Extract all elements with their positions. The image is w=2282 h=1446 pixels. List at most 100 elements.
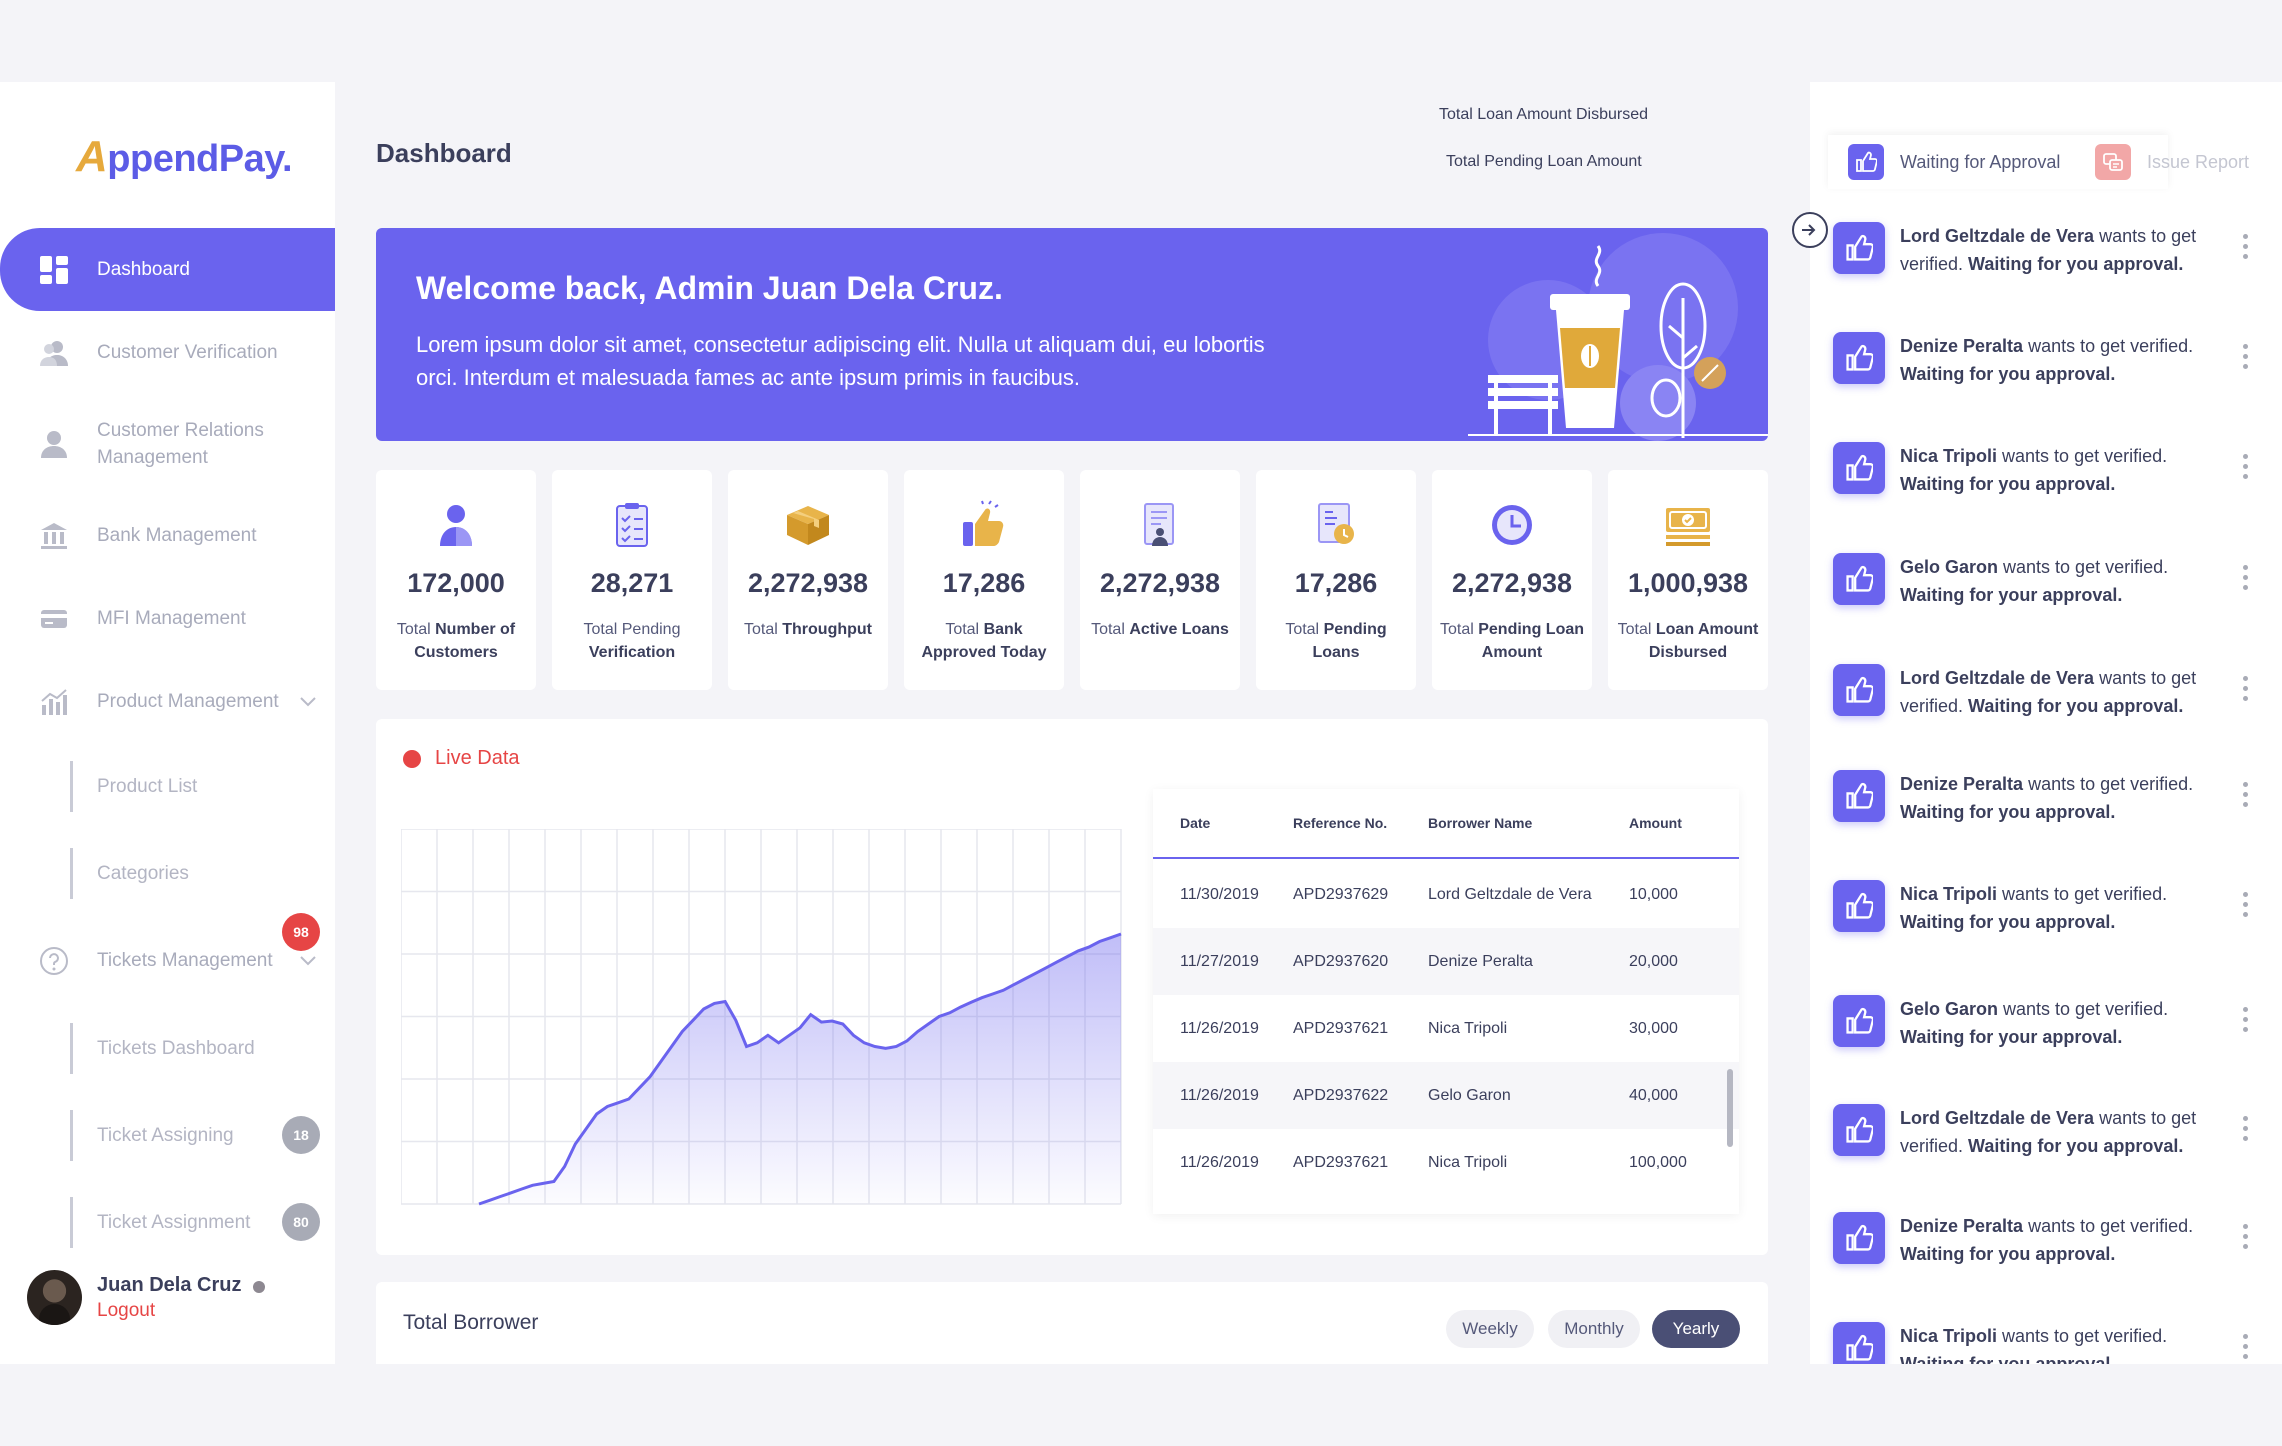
stat-card-pending-verification[interactable]: 28,271 Total Pending Verification	[552, 470, 712, 690]
notification-item[interactable]: Denize Peralta wants to get verified. Wa…	[1833, 1212, 2273, 1312]
sidebar-item-product-list[interactable]: Product List	[0, 743, 335, 830]
sidebar-item-ticket-assignment[interactable]: Ticket Assignment 80	[0, 1179, 335, 1266]
table-row[interactable]: 11/26/2019 APD2937621 Nica Tripoli 30,000	[1153, 995, 1739, 1062]
table-row[interactable]: 11/26/2019 APD2937622 Gelo Garon 40,000	[1153, 1062, 1739, 1129]
status-dot	[253, 1281, 265, 1293]
more-options-icon[interactable]	[2243, 1007, 2249, 1037]
brand-logo[interactable]: AppendPay.	[76, 132, 293, 182]
period-monthly-button[interactable]: Monthly	[1548, 1310, 1640, 1348]
more-options-icon[interactable]	[2243, 892, 2249, 922]
stat-value: 2,272,938	[1099, 568, 1221, 598]
sidebar-item-label: Tickets Management	[97, 950, 273, 971]
chevron-down-icon[interactable]	[300, 691, 316, 713]
user-icon	[440, 505, 472, 546]
more-options-icon[interactable]	[2243, 234, 2249, 264]
live-indicator-dot	[403, 749, 421, 768]
notification-item[interactable]: Lord Geltzdale de Vera wants to get veri…	[1833, 1104, 2273, 1204]
more-options-icon[interactable]	[2243, 344, 2249, 374]
table-row[interactable]: 11/30/2019 APD2937629 Lord Geltzdale de Ve…	[1153, 861, 1739, 928]
ticket-assignment-badge: 80	[282, 1203, 320, 1241]
sidebar-item-dashboard[interactable]: Dashboard	[0, 228, 335, 311]
table-scrollbar[interactable]	[1727, 1069, 1733, 1147]
live-data-title: Live Data	[403, 747, 520, 770]
sidebar-item-label: Bank Management	[97, 524, 257, 546]
box-icon	[787, 506, 829, 545]
stat-value: 17,286	[942, 568, 1026, 598]
report-icon	[2095, 144, 2131, 180]
more-options-icon[interactable]	[2243, 1116, 2249, 1146]
more-options-icon[interactable]	[2243, 454, 2249, 484]
more-options-icon[interactable]	[2243, 1334, 2249, 1364]
stat-card-loan-disbursed[interactable]: 1,000,938 Total Loan Amount Disbursed	[1608, 470, 1768, 690]
more-options-icon[interactable]	[2243, 782, 2249, 812]
stat-label: Total Pending Loans	[1285, 621, 1387, 661]
sidebar-item-label: Ticket Assignment	[97, 1211, 251, 1233]
collapse-panel-icon[interactable]	[1792, 212, 1828, 248]
more-options-icon[interactable]	[2243, 1224, 2249, 1254]
stat-card-pending-loan-amount[interactable]: 2,272,938 Total Pending Loan Amount	[1432, 470, 1592, 690]
bar-chart-icon	[38, 686, 70, 718]
notification-item[interactable]: Nica Tripoli wants to get verified. Wait…	[1833, 880, 2273, 980]
logout-link[interactable]: Logout	[97, 1300, 155, 1322]
notification-text: Lord Geltzdale de Vera wants to get veri…	[1900, 226, 2197, 274]
thumbs-up-icon	[1833, 332, 1885, 384]
stat-label: Total Pending Loan Amount	[1439, 621, 1585, 661]
stat-value: 2,272,938	[747, 568, 869, 598]
app-window: AppendPay. Dashboard Customer Verificati…	[0, 82, 2282, 1364]
stat-card-throughput[interactable]: 2,272,938 Total Throughput	[728, 470, 888, 690]
sidebar-item-customer-verification[interactable]: Customer Verification	[0, 311, 335, 394]
total-borrower-title: Total Borrower	[403, 1311, 539, 1334]
more-options-icon[interactable]	[2243, 676, 2249, 706]
sidebar-item-ticket-assigning[interactable]: Ticket Assigning 18	[0, 1092, 335, 1179]
tab-issue-report[interactable]: Issue Report	[2095, 135, 2249, 189]
notification-item[interactable]: Denize Peralta wants to get verified. Wa…	[1833, 332, 2273, 432]
sidebar-item-mfi-management[interactable]: MFI Management	[0, 577, 335, 660]
period-weekly-button[interactable]: Weekly	[1446, 1310, 1534, 1348]
column-header-amount[interactable]: Amount	[1629, 815, 1682, 831]
stat-label: Total Throughput	[744, 621, 872, 638]
stat-card-bank-approved[interactable]: 17,286 Total Bank Approved Today	[904, 470, 1064, 690]
stat-value: 2,272,938	[1451, 568, 1573, 598]
avatar[interactable]	[27, 1270, 82, 1325]
stat-cards: 172,000 Total Number of Customers 28,271…	[376, 470, 1768, 690]
more-options-icon[interactable]	[2243, 565, 2249, 595]
sidebar-item-tickets-management[interactable]: Tickets Management 98	[0, 913, 335, 1005]
stat-card-pending-loans[interactable]: 17,286 Total Pending Loans	[1256, 470, 1416, 690]
sidebar-item-categories[interactable]: Categories	[0, 830, 335, 917]
chevron-down-icon[interactable]	[300, 950, 316, 972]
thumbs-up-icon	[1833, 770, 1885, 822]
sidebar-item-bank-management[interactable]: Bank Management	[0, 494, 335, 577]
coffee-illustration: Coffee	[1468, 233, 1768, 441]
thumbs-up-icon	[963, 500, 1004, 546]
table-row[interactable]: 11/27/2019 APD2937620 Denize Peralta 20,000	[1153, 928, 1739, 995]
stat-card-customers[interactable]: 172,000 Total Number of Customers	[376, 470, 536, 690]
thumbs-up-icon	[1833, 1322, 1885, 1364]
thumbs-up-icon	[1833, 553, 1885, 605]
user-name: Juan Dela Cruz	[97, 1274, 242, 1296]
notification-item[interactable]: Gelo Garon wants to get verified. Waitin…	[1833, 995, 2273, 1095]
notification-item[interactable]: Nica Tripoli wants to get verified. Wait…	[1833, 442, 2273, 542]
table-row[interactable]: 11/26/2019 APD2937621 Nica Tripoli 100,000	[1153, 1129, 1739, 1196]
table-header: Date Reference No. Borrower Name Amount	[1153, 789, 1739, 859]
sidebar-item-label: MFI Management	[97, 607, 246, 629]
column-header-borrower[interactable]: Borrower Name	[1428, 815, 1532, 831]
sidebar: AppendPay. Dashboard Customer Verificati…	[0, 82, 335, 1364]
notification-item[interactable]: Lord Geltzdale de Vera wants to get veri…	[1833, 222, 2273, 322]
period-yearly-button[interactable]: Yearly	[1652, 1310, 1740, 1348]
notification-item[interactable]: Nica Tripoli wants to get verified. Wait…	[1833, 1322, 2273, 1364]
column-header-reference[interactable]: Reference No.	[1293, 815, 1387, 831]
cash-icon	[1666, 508, 1710, 546]
notification-item[interactable]: Lord Geltzdale de Vera wants to get veri…	[1833, 664, 2273, 764]
notification-text: Gelo Garon wants to get verified. Waitin…	[1900, 557, 2169, 605]
thumbs-up-icon	[1833, 1212, 1885, 1264]
dashboard-icon	[38, 254, 70, 286]
notification-text: Lord Geltzdale de Vera wants to get veri…	[1900, 668, 2197, 716]
sidebar-item-customer-relations[interactable]: Customer Relations Management	[0, 394, 335, 494]
sidebar-item-product-management[interactable]: Product Management	[0, 660, 335, 743]
column-header-date[interactable]: Date	[1180, 815, 1210, 831]
notification-item[interactable]: Denize Peralta wants to get verified. Wa…	[1833, 770, 2273, 870]
sidebar-item-tickets-dashboard[interactable]: Tickets Dashboard	[0, 1005, 335, 1092]
notification-item[interactable]: Gelo Garon wants to get verified. Waitin…	[1833, 553, 2273, 653]
stat-card-active-loans[interactable]: 2,272,938 Total Active Loans	[1080, 470, 1240, 690]
notification-text: Lord Geltzdale de Vera wants to get veri…	[1900, 1108, 2197, 1156]
